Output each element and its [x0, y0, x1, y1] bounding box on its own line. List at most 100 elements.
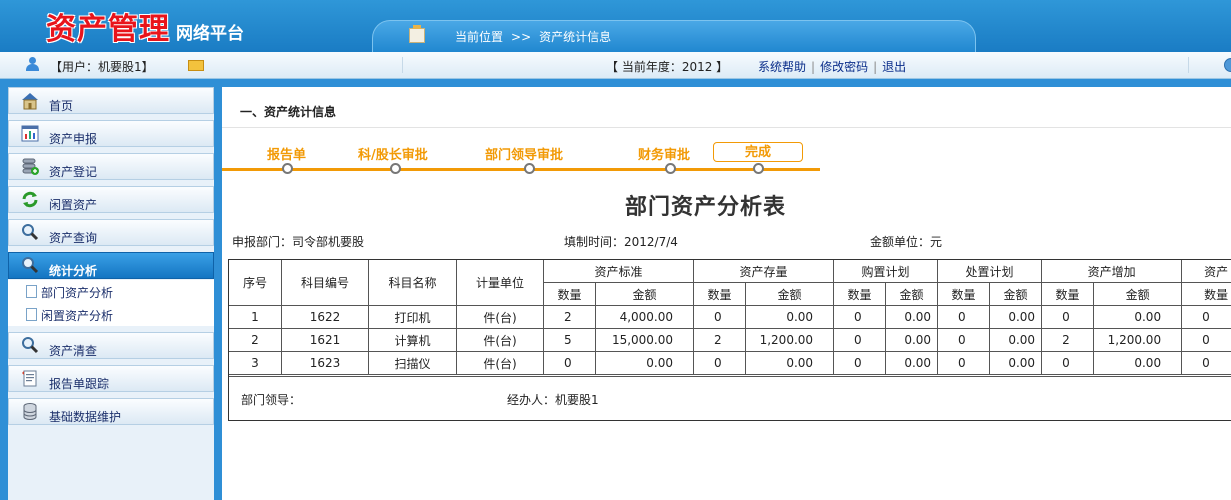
- search-icon: [22, 337, 39, 354]
- logo-sub: 网络平台: [176, 24, 244, 44]
- globe-icon[interactable]: [1224, 58, 1231, 72]
- cell-qty: 0: [937, 351, 991, 375]
- sidebar-item-idle-assets[interactable]: 闲置资产: [8, 186, 214, 213]
- step-dot: [665, 163, 676, 174]
- sidebar-item-label: 资产申报: [49, 132, 98, 146]
- meta-unit: 金额单位：元: [870, 235, 943, 249]
- cell-qty: 2: [693, 328, 747, 352]
- cell-qty: 0: [1181, 351, 1231, 375]
- cell-qty: 0: [543, 351, 596, 375]
- cell-qty: 2: [543, 305, 596, 329]
- cell-name: 打印机: [368, 305, 457, 329]
- sidebar-item-report-tracking[interactable]: 报告单跟踪: [8, 365, 214, 392]
- section-title: 一、资产统计信息: [222, 87, 1231, 128]
- cell-unit: 件(台): [456, 328, 544, 352]
- sidebar-item-label: 资产查询: [49, 231, 98, 245]
- sub-item-label: 闲置资产分析: [41, 309, 114, 323]
- sub-item-label: 部门资产分析: [41, 286, 114, 300]
- step-finance-approval: 财务审批: [638, 148, 691, 163]
- group-header-purchase: 购置计划: [833, 260, 939, 283]
- cell-amt: 0.00: [885, 328, 939, 352]
- step-complete: 完成: [744, 145, 771, 160]
- help-link[interactable]: 系统帮助: [758, 60, 806, 74]
- sidebar-item-label: 统计分析: [49, 264, 98, 278]
- change-password-link[interactable]: 修改密码: [820, 60, 868, 74]
- sidebar-item-statistics[interactable]: 统计分析: [8, 252, 214, 279]
- sub-header-qty: 数量: [693, 282, 747, 306]
- app-logo: 资产管理 网络平台: [46, 4, 244, 48]
- app-header: 资产管理 网络平台 当前位置 >> 资产统计信息: [0, 0, 1231, 52]
- logout-link[interactable]: 退出: [882, 60, 906, 74]
- asset-table-wrap: 序号 科目编号 科目名称 计量单位 资产标准 资产存量 购置计划 处置计划 资产…: [228, 259, 1231, 421]
- sub-header-qty: 数量: [1181, 282, 1231, 306]
- cell-amt: 0.00: [885, 305, 939, 329]
- sidebar-item-label: 基础数据维护: [49, 410, 122, 424]
- meta-time: 填制时间：2012/7/4: [564, 235, 678, 249]
- cell-unit: 件(台): [456, 305, 544, 329]
- mail-icon[interactable]: [188, 60, 204, 71]
- sub-header-amt: 金额: [1093, 282, 1183, 306]
- breadcrumb: 当前位置 >> 资产统计信息: [372, 20, 976, 52]
- cell-no: 1: [229, 305, 282, 329]
- footer-leader: 部门领导：: [241, 393, 302, 407]
- cell-amt: 0.00: [745, 351, 835, 375]
- sub-header-qty: 数量: [543, 282, 596, 306]
- table-footer: 部门领导： 经办人：机要股1: [229, 376, 1231, 420]
- step-dot: [282, 163, 293, 174]
- table-row: 3 1623 扫描仪 件(台) 0 0.00 0 0.00 0 0.00 0 0…: [229, 351, 1231, 375]
- cell-code: 1623: [281, 351, 369, 375]
- cell-amt: 0.00: [594, 351, 695, 375]
- footer-handler: 经办人：机要股1: [507, 393, 599, 407]
- top-links: 系统帮助 | 修改密码 | 退出: [758, 58, 906, 75]
- search-icon: [22, 257, 39, 274]
- group-header-stock: 资产存量: [693, 260, 835, 283]
- sidebar-item-asset-check[interactable]: 资产清查: [8, 332, 214, 359]
- breadcrumb-current: 资产统计信息: [539, 30, 612, 44]
- group-header-standard: 资产标准: [542, 260, 695, 283]
- cell-qty: 0: [833, 305, 887, 329]
- sidebar-item-label: 闲置资产: [49, 198, 98, 212]
- cell-qty: 0: [1041, 305, 1095, 329]
- recycle-icon: [22, 191, 38, 208]
- divider: [402, 57, 403, 73]
- approval-steps: 报告单 科/股长审批 部门领导审批 财务审批 完成: [222, 139, 822, 179]
- link-sep: |: [811, 60, 816, 74]
- cell-qty: 0: [833, 351, 887, 375]
- group-header-increase: 资产增加: [1041, 260, 1183, 283]
- sidebar-item-asset-declare[interactable]: 资产申报: [8, 120, 214, 147]
- cell-qty: 0: [1041, 351, 1095, 375]
- sidebar-item-base-data[interactable]: 基础数据维护: [8, 398, 214, 425]
- divider: [1188, 57, 1189, 73]
- sidebar-item-asset-register[interactable]: 资产登记: [8, 153, 214, 180]
- group-header-more: 资产: [1181, 260, 1231, 283]
- sub-header-qty: 数量: [1041, 282, 1095, 306]
- report-title-text: 部门资产分析表: [625, 194, 787, 220]
- table-row: 1 1622 打印机 件(台) 2 4,000.00 0 0.00 0 0.00…: [229, 305, 1231, 329]
- document-icon: [26, 308, 37, 321]
- cell-amt: 0.00: [989, 305, 1043, 329]
- col-header-name: 科目名称: [368, 260, 457, 306]
- database-add-icon: [22, 158, 39, 175]
- cell-amt: 0.00: [885, 351, 939, 375]
- table-row: 2 1621 计算机 件(台) 5 15,000.00 2 1,200.00 0…: [229, 328, 1231, 352]
- sidebar-item-label: 首页: [49, 99, 74, 113]
- submenu: 部门资产分析 闲置资产分析: [8, 280, 214, 326]
- sidebar-item-home[interactable]: 首页: [8, 87, 214, 114]
- cell-no: 3: [229, 351, 282, 375]
- cell-amt: 0.00: [745, 305, 835, 329]
- sidebar-item-asset-query[interactable]: 资产查询: [8, 219, 214, 246]
- sidebar-item-label: 报告单跟踪: [49, 377, 110, 391]
- current-user: 【用户：机要股1】: [50, 60, 154, 74]
- cell-qty: 0: [693, 351, 747, 375]
- cell-qty: 0: [937, 328, 991, 352]
- asset-table: 序号 科目编号 科目名称 计量单位 资产标准 资产存量 购置计划 处置计划 资产…: [229, 260, 1231, 375]
- cell-amt: 0.00: [1093, 351, 1183, 375]
- cell-code: 1622: [281, 305, 369, 329]
- cell-amt: 1,200.00: [1093, 328, 1183, 352]
- cell-amt: 0.00: [1093, 305, 1183, 329]
- cell-name: 计算机: [368, 328, 457, 352]
- logo-main: 资产管理: [46, 12, 170, 47]
- meta-dept: 申报部门：司令部机要股: [232, 235, 365, 249]
- cell-unit: 件(台): [456, 351, 544, 375]
- step-dot: [390, 163, 401, 174]
